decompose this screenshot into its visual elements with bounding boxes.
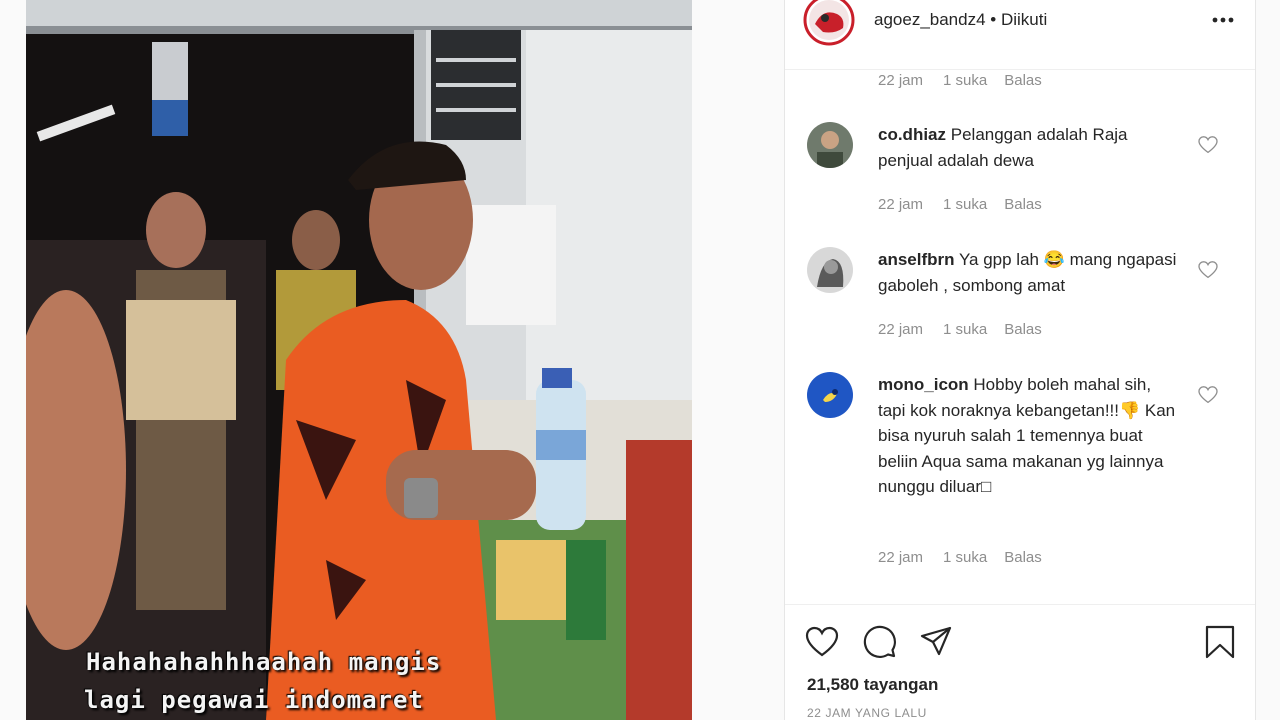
post-header: agoez_bandz4 • Diikuti [785,0,1255,70]
comment-text-block: co.dhiaz Pelanggan adalah Raja penjual a… [878,122,1178,173]
author-username-line: agoez_bandz4 • Diikuti [874,10,1047,30]
comment-likes[interactable]: 1 suka [943,196,987,213]
comment-username[interactable]: mono_icon [878,375,969,394]
send-icon[interactable] [919,625,953,659]
avatar[interactable] [807,122,853,168]
post-actions: 21,580 tayangan [785,604,1255,720]
comment-time[interactable]: 22 jam [878,549,923,566]
comment-username[interactable]: co.dhiaz [878,125,946,144]
comment-reply-button[interactable]: Balas [1004,321,1042,338]
comment-meta: 22 jam 1 suka Balas [878,549,1042,566]
follow-status[interactable]: Diikuti [1001,10,1047,29]
video-frame [26,0,692,720]
post-video[interactable]: Hahahahahhhaahah mangis lagi pegawai ind… [26,0,692,720]
comment-text-block: mono_icon Hobby boleh mahal sih, tapi ko… [878,372,1178,500]
comment-reply-button[interactable]: Balas [1004,549,1042,566]
author-avatar[interactable] [801,0,857,46]
comment-meta: 22 jam 1 suka Balas [878,321,1042,338]
post-time-ago[interactable]: 22 JAM YANG LALU [807,706,927,720]
separator-dot: • [990,10,997,29]
more-options-button[interactable] [1209,8,1237,32]
comment-meta: 22 jam 1 suka Balas [878,72,1042,89]
post-side-panel: agoez_bandz4 • Diikuti 22 jam 1 suka Bal… [784,0,1256,720]
view-count[interactable]: 21,580 tayangan [807,675,938,695]
more-horizontal-icon [1212,17,1234,23]
comment-like-icon[interactable] [1198,136,1218,154]
video-caption-line1: Hahahahahhhaahah mangis [86,648,442,676]
comment-likes[interactable]: 1 suka [943,321,987,338]
comment-time[interactable]: 22 jam [878,72,923,89]
author-username[interactable]: agoez_bandz4 [874,10,986,29]
comment-icon[interactable] [863,625,897,659]
comment-likes[interactable]: 1 suka [943,549,987,566]
comment-like-icon[interactable] [1198,261,1218,279]
comment-time[interactable]: 22 jam [878,321,923,338]
comment-like-icon[interactable] [1198,386,1218,404]
comment-likes[interactable]: 1 suka [943,72,987,89]
comment-meta: 22 jam 1 suka Balas [878,196,1042,213]
video-caption-line2: lagi pegawai indomaret [84,686,424,714]
comment-reply-button[interactable]: Balas [1004,72,1042,89]
comment-time[interactable]: 22 jam [878,196,923,213]
comment-text-block: anselfbrn Ya gpp lah 😂 mang ngapasi gabo… [878,247,1178,298]
comment-username[interactable]: anselfbrn [878,250,955,269]
avatar[interactable] [807,247,853,293]
bookmark-icon[interactable] [1203,625,1237,659]
heart-icon[interactable] [805,625,839,659]
comment-reply-button[interactable]: Balas [1004,196,1042,213]
avatar[interactable] [807,372,853,418]
